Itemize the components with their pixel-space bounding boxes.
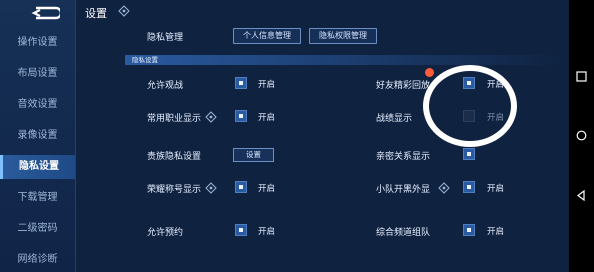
sidebar-item-download[interactable]: 下载管理 [0,188,75,208]
sidebar-item-privacy[interactable]: 隐私设置 [0,155,75,179]
honor-title-checkbox[interactable] [235,181,247,193]
sidebar-item-network[interactable]: 网络诊断 [0,250,75,270]
team-appearance-info-icon[interactable] [438,182,450,194]
notification-dot [425,68,434,77]
honor-title-info-icon[interactable] [205,182,217,194]
highlight-circle-annotation [423,65,517,147]
intimate-display-checkbox[interactable] [463,148,475,160]
noble-privacy-label: 贵族隐私设置 [147,152,202,162]
page-title: 设置 [85,7,107,20]
recent-apps-icon[interactable] [576,71,587,82]
back-nav-icon[interactable] [576,190,587,201]
intimate-display-label: 亲密关系显示 [376,152,431,162]
common-job-info-icon[interactable] [205,111,217,123]
friend-highlight-label: 好友精彩回放 [376,81,431,91]
sidebar-item-replay[interactable]: 录像设置 [0,126,75,146]
allow-watch-state: 开启 [258,80,276,90]
common-job-checkbox[interactable] [235,110,247,122]
battle-record-label: 战绩显示 [376,114,413,124]
honor-title-label: 荣耀称号显示 [147,185,202,195]
common-job-state: 开启 [258,113,276,123]
sidebar-item-operation[interactable]: 操作设置 [0,33,75,53]
team-appearance-label: 小队开黑外显 [376,185,431,195]
home-icon[interactable] [576,130,587,141]
channel-team-state: 开启 [487,227,505,237]
privacy-permission-button[interactable]: 隐私权限管理 [309,28,377,44]
sidebar-item-second-password[interactable]: 二级密码 [0,219,75,239]
allow-watch-label: 允许观战 [147,81,184,91]
personal-info-button[interactable]: 个人信息管理 [233,28,301,44]
section-header-bar [125,55,565,65]
sidebar-item-layout[interactable]: 布局设置 [0,64,75,84]
privacy-management-label: 隐私管理 [147,33,184,43]
channel-team-checkbox[interactable] [463,224,475,236]
channel-team-label: 综合频道组队 [376,228,431,238]
sidebar: 操作设置 布局设置 音效设置 录像设置 隐私设置 下载管理 二级密码 网络诊断 [0,0,76,272]
noble-privacy-set-button[interactable]: 设置 [233,148,274,162]
help-icon[interactable] [118,5,130,17]
back-icon[interactable] [30,6,60,20]
section-header-label: 隐私设置 [132,56,158,64]
allow-reserve-state: 开启 [258,227,276,237]
sidebar-item-sound[interactable]: 音效设置 [0,95,75,115]
common-job-label: 常用职业显示 [147,114,202,124]
allow-watch-checkbox[interactable] [235,77,247,89]
allow-reserve-label: 允许预约 [147,228,184,238]
honor-title-state: 开启 [258,184,276,194]
allow-reserve-checkbox[interactable] [235,224,247,236]
team-appearance-checkbox[interactable] [463,181,475,193]
team-appearance-state: 开启 [487,184,505,194]
